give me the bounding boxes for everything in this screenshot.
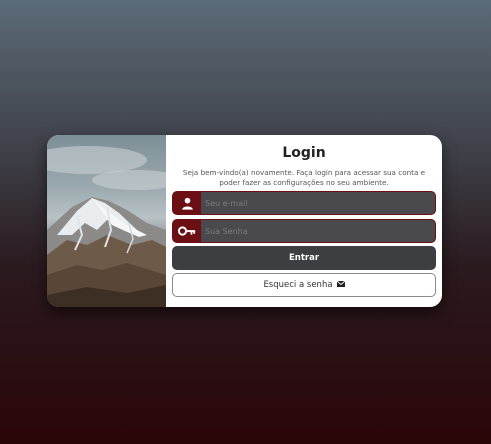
password-field[interactable] <box>201 220 435 242</box>
submit-button[interactable]: Entrar <box>172 246 436 270</box>
password-field-group <box>172 219 436 243</box>
email-field[interactable] <box>201 192 435 214</box>
login-card: Login Seja bem-vindo(a) novamente. Faça … <box>47 135 442 307</box>
forgot-password-button[interactable]: Esqueci a senha <box>172 273 436 297</box>
user-icon <box>173 192 201 214</box>
login-form: Login Seja bem-vindo(a) novamente. Faça … <box>166 135 442 307</box>
email-field-group <box>172 191 436 215</box>
forgot-password-label: Esqueci a senha <box>263 280 333 290</box>
key-icon <box>173 220 201 242</box>
envelope-icon <box>336 280 345 290</box>
page-title: Login <box>282 145 326 161</box>
mountain-image <box>47 135 166 307</box>
login-subtitle: Seja bem-vindo(a) novamente. Faça login … <box>182 168 426 187</box>
